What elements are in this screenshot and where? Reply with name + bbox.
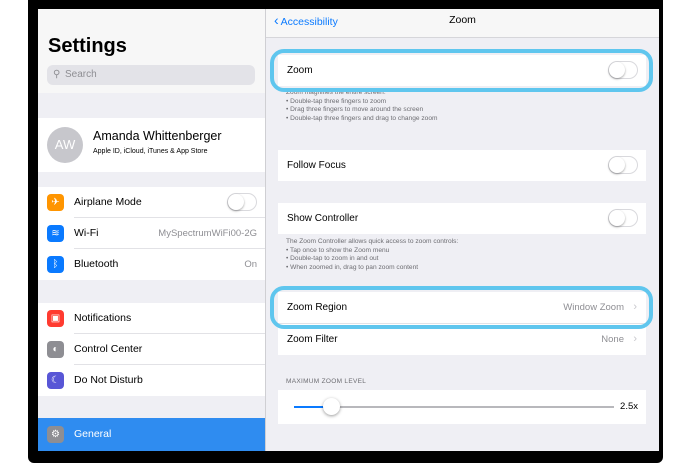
bluetooth-icon: ᛒ (47, 256, 64, 273)
gear-icon: ⚙ (47, 426, 64, 443)
sidebar-item-airplane-mode[interactable]: ✈ Airplane Mode (38, 187, 265, 218)
zoom-filter-label: Zoom Filter (287, 334, 338, 345)
search-input[interactable]: ⚲ Search (47, 65, 255, 85)
max-zoom-caption: MAXIMUM ZOOM LEVEL (286, 378, 367, 385)
show-controller-label: Show Controller (287, 213, 359, 224)
settings-title: Settings (48, 35, 127, 57)
sidebar-item-wifi[interactable]: ≋ Wi-Fi MySpectrumWiFi00-2G (38, 218, 265, 249)
max-zoom-value: 2.5x (620, 401, 638, 412)
controller-description: The Zoom Controller allows quick access … (286, 238, 458, 272)
zoom-filter-value: None (601, 334, 624, 345)
toggle-knob (609, 62, 625, 78)
notifications-icon: ▣ (47, 310, 64, 327)
toggle-knob (228, 194, 244, 210)
show-controller-toggle[interactable] (608, 209, 638, 227)
follow-focus-toggle[interactable] (608, 156, 638, 174)
wifi-network-value: MySpectrumWiFi00-2G (158, 228, 257, 239)
chevron-right-icon: › (633, 333, 637, 345)
moon-icon: ☾ (47, 372, 64, 389)
zoom-label: Zoom (287, 65, 313, 76)
wifi-icon: ≋ (47, 225, 64, 242)
show-controller-row[interactable]: Show Controller (278, 203, 646, 234)
sidebar-item-notifications[interactable]: ▣ Notifications (38, 303, 265, 334)
zoom-region-label: Zoom Region (287, 302, 348, 313)
sidebar-item-label: Do Not Disturb (74, 374, 143, 386)
controller-note-line: • Tap once to show the Zoom menu (286, 246, 390, 254)
follow-focus-label: Follow Focus (287, 160, 346, 171)
search-placeholder: Search (65, 69, 97, 80)
zoom-note-line: Zoom magnifies the entire screen: (286, 89, 386, 96)
zoom-settings-pane: ‹ Accessibility Zoom Zoom Zoom magnifies … (266, 9, 659, 451)
sidebar-header: Settings ⚲ Search (38, 9, 265, 93)
sidebar-item-label: Wi-Fi (74, 227, 99, 239)
sidebar-item-do-not-disturb[interactable]: ☾ Do Not Disturb (38, 365, 265, 396)
zoom-region-row[interactable]: Zoom Region Window Zoom › (278, 292, 646, 323)
airplane-mode-toggle[interactable] (227, 193, 257, 211)
toggle-knob (609, 157, 625, 173)
slider-track (330, 406, 614, 408)
screen: Settings ⚲ Search AW Amanda Whittenberge… (38, 9, 659, 451)
apple-id-profile[interactable]: AW Amanda Whittenberger Apple ID, iCloud… (38, 118, 265, 172)
zoom-note-line: • Double-tap three fingers and drag to c… (286, 114, 438, 122)
page-title: Zoom (449, 14, 476, 26)
controller-note-line: • When zoomed in, drag to pan zoom conte… (286, 263, 419, 271)
sidebar-item-label: Airplane Mode (74, 196, 142, 208)
search-icon: ⚲ (53, 69, 61, 80)
zoom-toggle[interactable] (608, 61, 638, 79)
sidebar-item-bluetooth[interactable]: ᛒ Bluetooth On (38, 249, 265, 280)
connectivity-group: ✈ Airplane Mode ≋ Wi-Fi MySpectrumWiFi00… (38, 187, 265, 280)
profile-subtitle: Apple ID, iCloud, iTunes & App Store (93, 148, 208, 155)
sidebar-item-control-center[interactable]: ◐ Control Center (38, 334, 265, 365)
toggle-knob (609, 210, 625, 226)
profile-name: Amanda Whittenberger (93, 129, 222, 143)
sidebar-item-label: Bluetooth (74, 258, 119, 270)
bluetooth-value: On (244, 259, 257, 270)
controller-note-line: • Double-tap to zoom in and out (286, 255, 379, 263)
max-zoom-slider-thumb[interactable] (323, 398, 340, 415)
zoom-description: Zoom magnifies the entire screen: • Doub… (286, 89, 438, 123)
nav-bar: ‹ Accessibility Zoom (266, 9, 659, 38)
sidebar-item-label: General (74, 428, 112, 440)
follow-focus-row[interactable]: Follow Focus (278, 150, 646, 181)
max-zoom-slider-row: 2.5x (278, 390, 646, 424)
sidebar-item-general[interactable]: ⚙ General (38, 418, 265, 451)
zoom-note-line: • Double-tap three fingers to zoom (286, 97, 387, 105)
zoom-row[interactable]: Zoom (278, 55, 646, 86)
sidebar: Settings ⚲ Search AW Amanda Whittenberge… (38, 9, 266, 451)
chevron-right-icon: › (633, 301, 637, 313)
zoom-filter-row[interactable]: Zoom Filter None › (278, 324, 646, 355)
zoom-note-line: • Drag three fingers to move around the … (286, 106, 424, 114)
airplane-icon: ✈ (47, 194, 64, 211)
zoom-region-value: Window Zoom (563, 302, 624, 313)
controller-note-line: The Zoom Controller allows quick access … (286, 238, 459, 245)
system-group: ▣ Notifications ◐ Control Center ☾ Do No… (38, 303, 265, 396)
sidebar-item-label: Control Center (74, 343, 143, 355)
avatar: AW (47, 127, 83, 163)
control-center-icon: ◐ (47, 341, 64, 358)
sidebar-item-label: Notifications (74, 312, 132, 324)
